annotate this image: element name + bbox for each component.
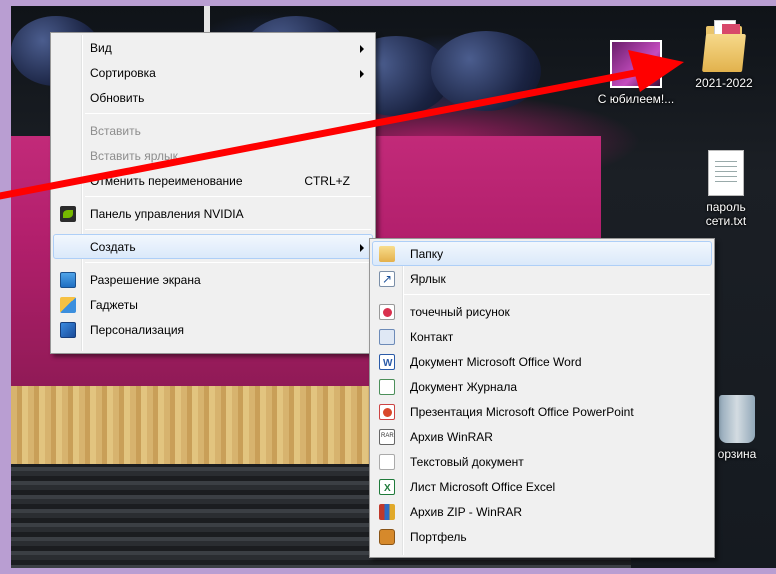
menu-item-paste[interactable]: Вставить (53, 118, 373, 143)
desktop-icon-password-txt[interactable]: пароль сети.txt (687, 150, 765, 228)
menu-separator (85, 196, 371, 197)
shortcut-icon (379, 267, 395, 292)
photo-icon (610, 40, 662, 88)
menu-separator (85, 262, 371, 263)
menu-item-label: Обновить (90, 91, 145, 105)
powerpoint-icon (379, 404, 395, 420)
menu-item-label: Вставить ярлык (90, 149, 178, 163)
word-icon (379, 351, 395, 376)
contact-icon (379, 329, 395, 345)
menu-item-label: Гаджеты (90, 298, 138, 312)
desktop-icon-greeting[interactable]: С юбилеем!... (597, 40, 675, 106)
menu-item-refresh[interactable]: Обновить (53, 85, 373, 110)
menu-item-label: Вставить (90, 124, 141, 138)
menu-item-label: Персонализация (90, 323, 185, 337)
winrar-icon (379, 424, 395, 449)
create-submenu: Папку Ярлык точечный рисунок Контакт Док… (369, 238, 715, 558)
screen-resolution-icon (60, 272, 76, 288)
submenu-item-zip-archive[interactable]: Архив ZIP - WinRAR (372, 499, 712, 524)
menu-item-label: Создать (90, 240, 136, 254)
menu-separator (85, 113, 371, 114)
menu-item-nvidia-control-panel[interactable]: Панель управления NVIDIA (53, 201, 373, 226)
menu-item-shortcut: CTRL+Z (304, 174, 350, 188)
submenu-item-excel-sheet[interactable]: Лист Microsoft Office Excel (372, 474, 712, 501)
gadgets-icon (60, 297, 76, 313)
desktop-icon-label: 2021-2022 (695, 76, 753, 90)
menu-item-undo-rename[interactable]: Отменить переименование CTRL+Z (53, 168, 373, 193)
menu-item-label: Архив WinRAR (410, 430, 493, 444)
submenu-item-contact[interactable]: Контакт (372, 324, 712, 349)
submenu-item-bitmap[interactable]: точечный рисунок (372, 299, 712, 324)
submenu-item-folder[interactable]: Папку (372, 241, 712, 266)
desktop-icon-label: С юбилеем!... (597, 92, 675, 106)
menu-item-label: Документ Microsoft Office Word (410, 355, 582, 369)
submenu-item-word-document[interactable]: Документ Microsoft Office Word (372, 349, 712, 376)
excel-icon (379, 476, 395, 501)
submenu-item-briefcase[interactable]: Портфель (372, 524, 712, 549)
submenu-arrow-icon (360, 45, 364, 53)
menu-item-view[interactable]: Вид (53, 35, 373, 60)
folder-icon (379, 246, 395, 262)
zip-icon (379, 504, 395, 520)
desktop-icon-label: пароль сети.txt (705, 200, 747, 228)
submenu-arrow-icon (360, 244, 364, 252)
menu-separator (85, 229, 371, 230)
menu-item-label: точечный рисунок (410, 305, 510, 319)
menu-item-personalization[interactable]: Персонализация (53, 317, 373, 342)
recycle-bin-icon (719, 395, 755, 443)
menu-item-label: Панель управления NVIDIA (90, 207, 244, 221)
menu-item-label: Папку (410, 247, 444, 261)
wallpaper-blueberry (431, 31, 541, 111)
submenu-item-powerpoint[interactable]: Презентация Microsoft Office PowerPoint (372, 399, 712, 424)
menu-item-label: Контакт (410, 330, 454, 344)
submenu-item-text-document[interactable]: Текстовый документ (372, 449, 712, 474)
menu-item-label: Отменить переименование (90, 174, 243, 188)
personalization-icon (60, 322, 76, 338)
submenu-arrow-icon (360, 70, 364, 78)
menu-item-label: Текстовый документ (410, 455, 524, 469)
journal-icon (379, 379, 395, 395)
menu-item-sort[interactable]: Сортировка (53, 60, 373, 85)
menu-item-paste-shortcut[interactable]: Вставить ярлык (53, 143, 373, 168)
menu-item-screen-resolution[interactable]: Разрешение экрана (53, 267, 373, 292)
menu-item-gadgets[interactable]: Гаджеты (53, 292, 373, 317)
bitmap-icon (379, 304, 395, 320)
desktop-context-menu: Вид Сортировка Обновить Вставить Вставит… (50, 32, 376, 354)
menu-item-create[interactable]: Создать (53, 234, 373, 259)
menu-item-label: Портфель (410, 530, 467, 544)
nvidia-icon (60, 206, 76, 222)
menu-item-label: Разрешение экрана (90, 273, 201, 287)
menu-item-label: Вид (90, 41, 112, 55)
submenu-item-journal-document[interactable]: Документ Журнала (372, 374, 712, 399)
text-file-icon (708, 150, 744, 196)
folder-icon (702, 20, 746, 72)
submenu-item-shortcut[interactable]: Ярлык (372, 266, 712, 292)
submenu-item-winrar-archive[interactable]: Архив WinRAR (372, 424, 712, 449)
menu-item-label: Ярлык (410, 272, 446, 286)
menu-item-label: Сортировка (90, 66, 156, 80)
briefcase-icon (379, 529, 395, 545)
menu-item-label: Архив ZIP - WinRAR (410, 505, 523, 519)
menu-item-label: Презентация Microsoft Office PowerPoint (410, 405, 634, 419)
menu-item-label: Лист Microsoft Office Excel (410, 480, 556, 494)
menu-separator (404, 294, 710, 295)
text-document-icon (379, 454, 395, 470)
desktop-icon-folder-2021-2022[interactable]: 2021-2022 (685, 20, 763, 90)
menu-item-label: Документ Журнала (410, 380, 518, 394)
